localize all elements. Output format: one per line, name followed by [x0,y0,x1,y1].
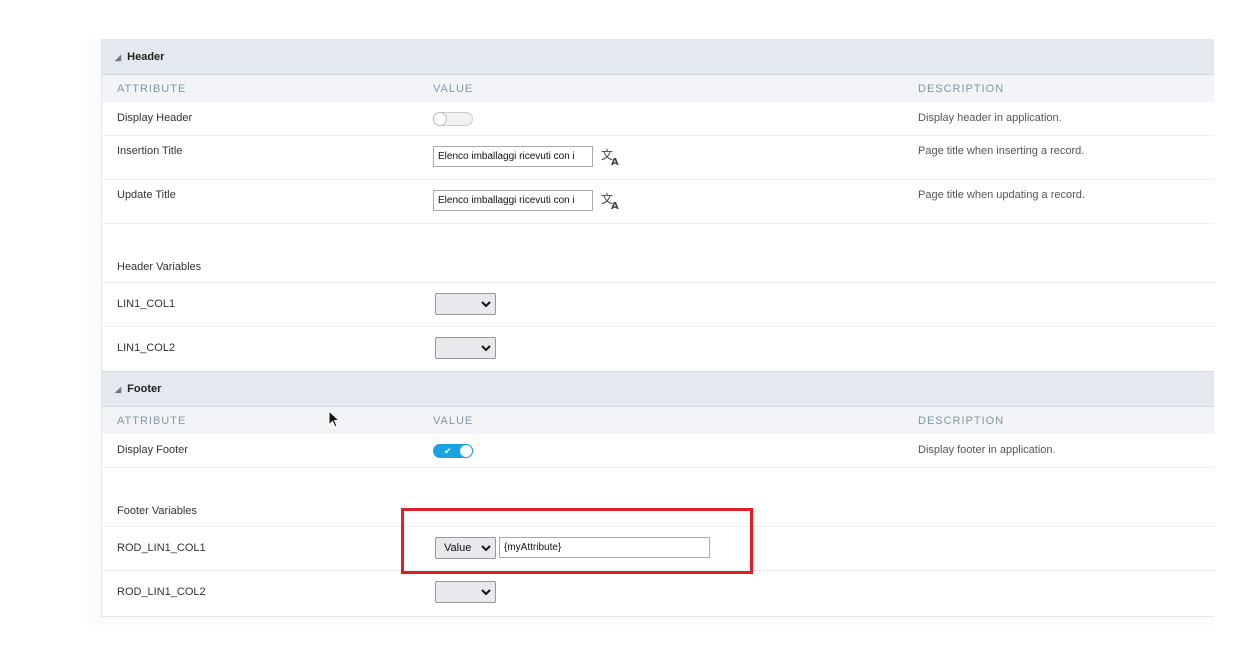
row-update-title: Update Title 文 A Page title when updatin… [102,180,1214,224]
toggle-knob [459,444,473,458]
insertion-title-label: Insertion Title [117,145,183,157]
column-attribute: ATTRIBUTE [117,415,187,427]
header-section-title: Header [127,51,165,63]
mouse-pointer-icon [328,410,340,428]
footer-section-toggle[interactable]: ◢ Footer [102,371,1214,407]
header-section-toggle[interactable]: ◢ Header [102,40,1214,75]
translate-icon[interactable]: 文 A [601,148,621,166]
lin1-col1-select[interactable] [435,293,496,315]
footer-section-title: Footer [127,383,162,395]
footer-column-headers: ATTRIBUTE VALUE DESCRIPTION [102,407,1214,434]
lin1-col1-label: LIN1_COL1 [117,298,176,310]
row-display-header: Display Header Display header in applica… [102,102,1214,136]
column-description: DESCRIPTION [918,415,1005,427]
chevron-down-icon [481,301,491,308]
rod-lin1-col2-select[interactable] [435,581,496,603]
insertion-title-input[interactable] [433,146,593,167]
svg-text:A: A [611,157,619,166]
display-header-toggle[interactable] [433,112,473,126]
update-title-input[interactable] [433,190,593,211]
row-lin1-col2: LIN1_COL2 [102,327,1214,370]
header-column-headers: ATTRIBUTE VALUE DESCRIPTION [102,75,1214,102]
lin1-col2-select[interactable] [435,337,496,359]
column-attribute: ATTRIBUTE [117,83,187,95]
chevron-down-icon [481,345,491,352]
column-value: VALUE [433,83,474,95]
update-title-description: Page title when updating a record. [918,189,1085,201]
chevron-down-icon [481,589,491,596]
row-display-footer: Display Footer ✔ Display footer in appli… [102,434,1214,468]
display-footer-description: Display footer in application. [918,444,1056,456]
row-lin1-col1: LIN1_COL1 [102,283,1214,327]
lin1-col2-label: LIN1_COL2 [117,342,176,354]
header-variables-label: Header Variables [117,261,202,273]
column-value: VALUE [433,415,474,427]
display-header-label: Display Header [117,112,193,124]
display-header-description: Display header in application. [918,112,1062,124]
display-footer-label: Display Footer [117,444,188,456]
column-description: DESCRIPTION [918,83,1005,95]
row-header-variables: Header Variables [102,224,1214,283]
footer-variables-label: Footer Variables [117,505,197,517]
rod-lin1-col2-label: ROD_LIN1_COL2 [117,586,206,598]
row-rod-lin1-col2: ROD_LIN1_COL2 [102,571,1214,615]
display-footer-toggle[interactable]: ✔ [433,444,473,458]
row-insertion-title: Insertion Title 文 A Page title when inse… [102,136,1214,180]
triangle-collapse-icon: ◢ [115,384,122,394]
toggle-knob [433,112,447,126]
check-icon: ✔ [444,446,452,456]
svg-text:A: A [611,201,619,210]
insertion-title-description: Page title when inserting a record. [918,145,1085,157]
rod-lin1-col1-label: ROD_LIN1_COL1 [117,542,206,554]
side-strip [87,39,101,625]
annotation-highlight-box [401,508,753,574]
update-title-label: Update Title [117,189,176,201]
triangle-collapse-icon: ◢ [115,52,122,62]
translate-icon[interactable]: 文 A [601,192,621,210]
